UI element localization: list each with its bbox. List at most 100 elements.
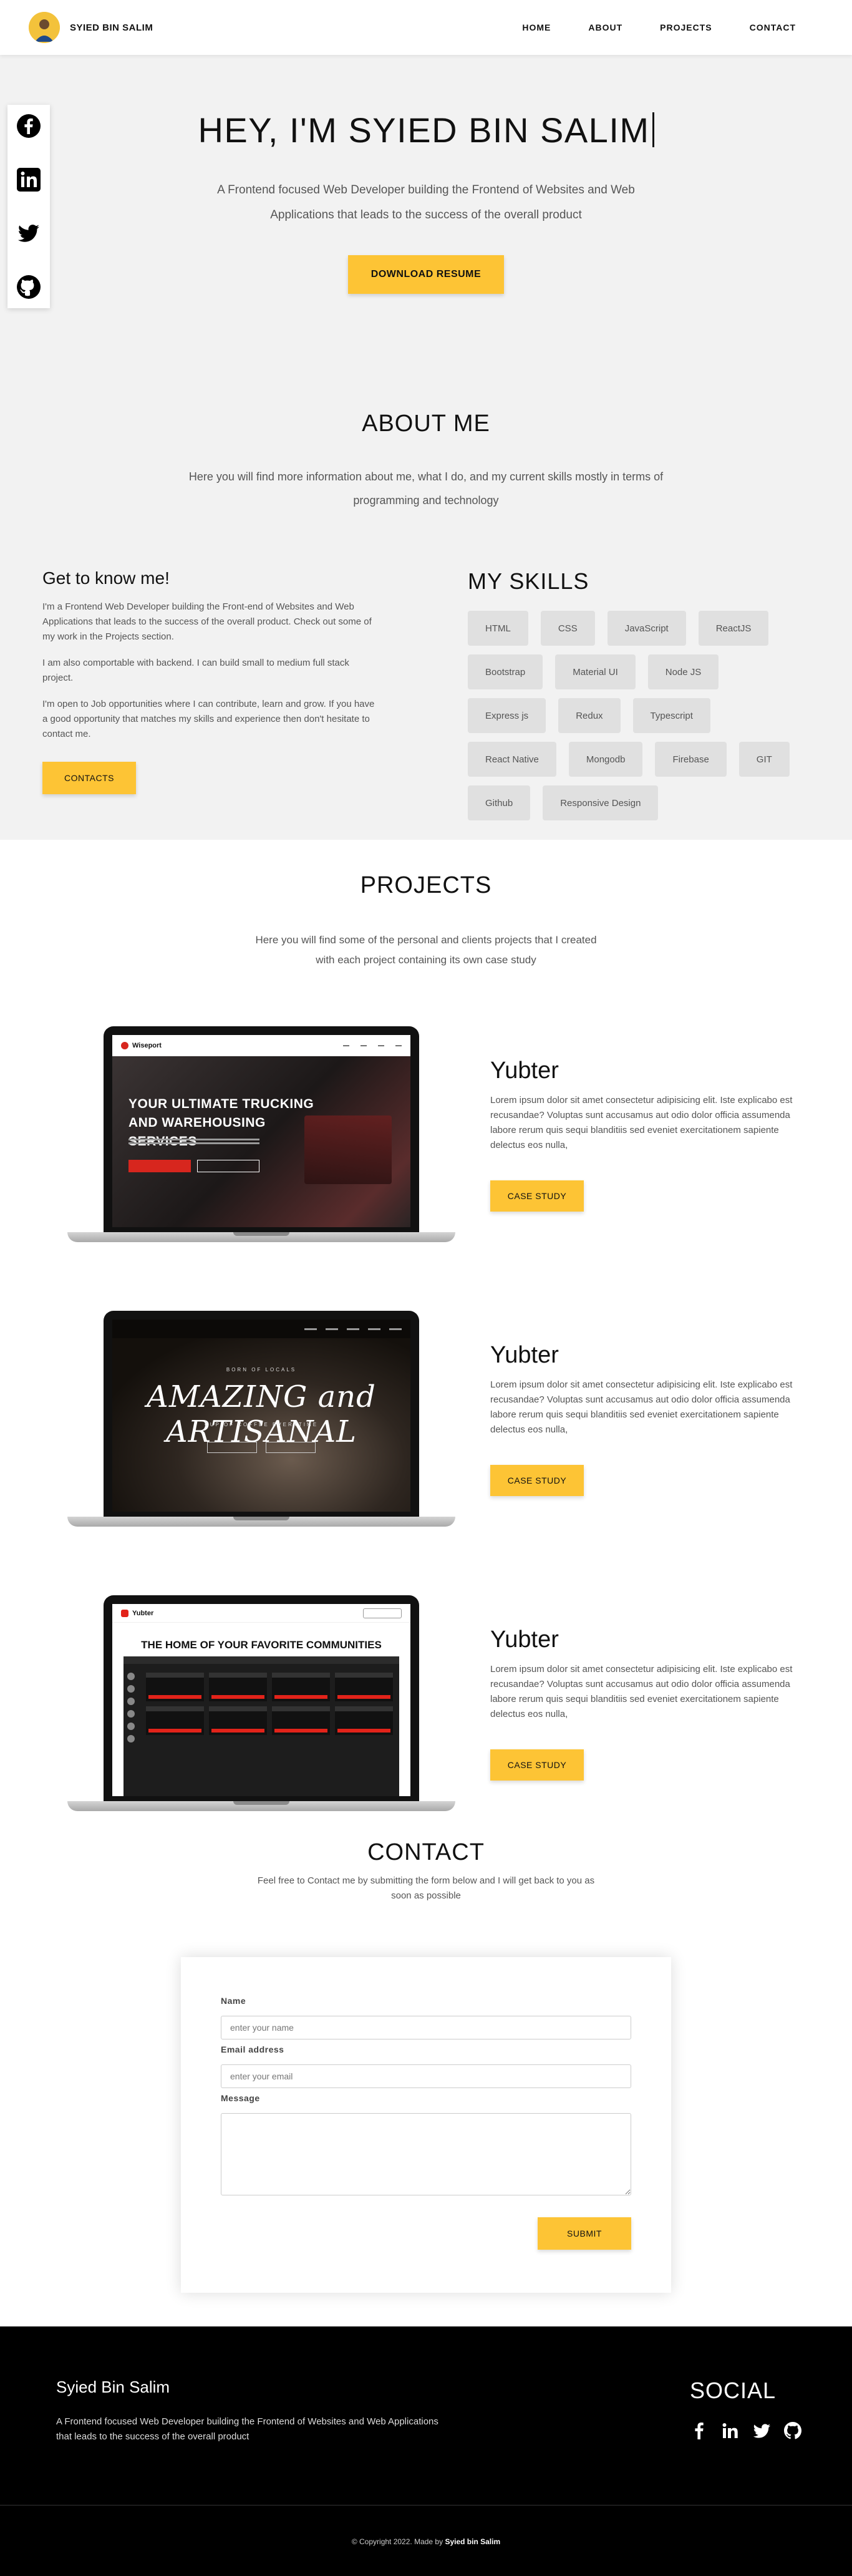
project-description: Lorem ipsum dolor sit amet consectetur a… <box>490 1094 793 1150</box>
twitter-icon[interactable] <box>752 2421 771 2440</box>
project-screenshot: Yubter THE HOME OF YOUR FAVORITE COMMUNI… <box>112 1604 410 1796</box>
email-field[interactable] <box>221 2064 631 2088</box>
main-nav: HOME ABOUT PROJECTS CONTACT <box>522 22 796 32</box>
screenshot-logo: Yubter <box>121 1609 154 1617</box>
screenshot-login <box>363 1608 402 1618</box>
skill-badge: Github <box>468 785 531 820</box>
about-paragraph: I'm a Frontend Web Developer building th… <box>42 601 372 642</box>
skill-badge: HTML <box>468 611 528 646</box>
brand[interactable]: SYIED BIN SALIM <box>29 12 153 43</box>
submit-button[interactable]: SUBMIT <box>538 2217 631 2250</box>
skill-badge: Bootstrap <box>468 654 543 689</box>
facebook-icon[interactable] <box>16 114 41 139</box>
skill-badge: ReactJS <box>698 611 769 646</box>
laptop-base <box>67 1517 455 1527</box>
contact-section: CONTACT Feel free to Contact me by submi… <box>0 1839 852 2293</box>
linkedin-icon[interactable] <box>16 167 41 192</box>
social-rail <box>7 105 50 308</box>
contacts-button[interactable]: CONTACTS <box>42 762 136 794</box>
about-paragraph: I am also comportable with backend. I ca… <box>42 658 349 683</box>
footer-social: SOCIAL <box>690 2378 802 2444</box>
skills-panel: MY SKILLS HTML CSS JavaScript ReactJS Bo… <box>468 568 808 820</box>
project-name: Yubter <box>490 1341 559 1368</box>
project-name: Yubter <box>490 1626 559 1653</box>
skill-badge: Firebase <box>655 742 727 777</box>
case-study-button[interactable]: CASE STUDY <box>490 1180 584 1212</box>
screenshot-logo-text: Yubter <box>132 1609 154 1617</box>
footer-social-icons <box>690 2421 802 2440</box>
screenshot-button <box>197 1160 259 1172</box>
project-name: Yubter <box>490 1057 559 1084</box>
project-description: Lorem ipsum dolor sit amet consectetur a… <box>490 1379 793 1435</box>
screenshot-navbar: Yubter <box>112 1604 410 1623</box>
case-study-button[interactable]: CASE STUDY <box>490 1464 584 1496</box>
twitter-icon[interactable] <box>16 221 41 246</box>
screenshot-dashboard <box>123 1656 399 1796</box>
screenshot-logo-text: Wiseport <box>132 1042 162 1049</box>
footer-divider <box>0 2505 852 2506</box>
footer-social-title: SOCIAL <box>690 2378 777 2403</box>
screenshot-buttons <box>112 1442 410 1453</box>
email-row: Email address <box>221 2044 631 2088</box>
project-screenshot: Wiseport ▬▬ ▬▬ ▬▬ ▬▬ YOUR ULTIMATE TRUCKING… <box>112 1035 410 1227</box>
screenshot-logo: Wiseport <box>121 1042 162 1049</box>
about-intro: Get to know me! I'm a Frontend Web Devel… <box>42 568 379 820</box>
skill-badge: Material UI <box>555 654 636 689</box>
submit-wrap: SUBMIT <box>221 2217 631 2250</box>
screenshot-navbar <box>112 1320 410 1338</box>
project-info: Yubter Lorem ipsum dolor sit amet consec… <box>490 1626 802 1781</box>
contact-subtitle: Feel free to Contact me by submitting th… <box>257 1875 595 1901</box>
name-field[interactable] <box>221 2016 631 2039</box>
brand-name: SYIED BIN SALIM <box>70 22 153 33</box>
projects-subtitle: Here you will find some of the personal … <box>255 934 597 966</box>
linkedin-icon[interactable] <box>721 2421 740 2440</box>
skill-badge: Typescript <box>632 698 710 733</box>
know-me-heading: Get to know me! <box>42 568 170 588</box>
skill-badge: Mongodb <box>568 742 643 777</box>
about-columns: Get to know me! I'm a Frontend Web Devel… <box>0 512 852 820</box>
skill-badge: React Native <box>468 742 556 777</box>
project-screenshot: BORN OF LOCALS AMAZING and ARTISANAL CUP… <box>112 1320 410 1512</box>
projects-title: PROJECTS <box>360 872 492 898</box>
laptop-base <box>67 1232 455 1242</box>
facebook-icon[interactable] <box>690 2421 709 2440</box>
screenshot-button <box>128 1160 191 1172</box>
site-footer: Syied Bin Salim A Frontend focused Web D… <box>0 2326 852 2576</box>
skill-badge: CSS <box>540 611 595 646</box>
laptop-screen: Yubter THE HOME OF YOUR FAVORITE COMMUNI… <box>104 1595 419 1801</box>
hero-title-text: HEY, I'M SYIED BIN SALIM <box>198 110 650 150</box>
nav-home[interactable]: HOME <box>522 22 551 32</box>
skill-badge: JavaScript <box>607 611 686 646</box>
name-row: Name <box>221 1996 631 2039</box>
laptop-screen: Wiseport ▬▬ ▬▬ ▬▬ ▬▬ YOUR ULTIMATE TRUCKING… <box>104 1026 419 1232</box>
message-field[interactable] <box>221 2113 631 2195</box>
project-description: Lorem ipsum dolor sit amet consectetur a… <box>490 1663 793 1719</box>
copyright-text: © Copyright 2022. Made by <box>351 2537 443 2546</box>
footer-top: Syied Bin Salim A Frontend focused Web D… <box>0 2326 852 2444</box>
hero-section: HEY, I'M SYIED BIN SALIM A Frontend focu… <box>0 55 852 367</box>
site-header: SYIED BIN SALIM HOME ABOUT PROJECTS CONT… <box>0 0 852 55</box>
project-preview-laptop[interactable]: BORN OF LOCALS AMAZING and ARTISANAL CUP… <box>67 1311 455 1527</box>
project-preview-laptop[interactable]: Yubter THE HOME OF YOUR FAVORITE COMMUNI… <box>67 1595 455 1811</box>
download-resume-button[interactable]: DOWNLOAD RESUME <box>348 255 504 294</box>
message-row: Message <box>221 2093 631 2199</box>
screenshot-heading: THE HOME OF YOUR FAVORITE COMMUNITIES <box>141 1639 382 1651</box>
screenshot-tagline: BORN OF LOCALS <box>226 1367 297 1373</box>
nav-about[interactable]: ABOUT <box>588 22 622 32</box>
about-section: ABOUT ME Here you will find more informa… <box>0 367 852 840</box>
screenshot-navbar: Wiseport ▬▬ ▬▬ ▬▬ ▬▬ <box>112 1035 410 1056</box>
project-card: Wiseport ▬▬ ▬▬ ▬▬ ▬▬ YOUR ULTIMATE TRUCKING… <box>0 1026 852 1242</box>
skills-list: HTML CSS JavaScript ReactJS Bootstrap Ma… <box>468 611 808 820</box>
footer-description: A Frontend focused Web Developer buildin… <box>56 2416 438 2442</box>
laptop-base <box>67 1801 455 1811</box>
case-study-button[interactable]: CASE STUDY <box>490 1749 584 1781</box>
skill-badge: Responsive Design <box>543 785 659 820</box>
copyright: © Copyright 2022. Made by Syied bin Sali… <box>0 2537 852 2546</box>
nav-projects[interactable]: PROJECTS <box>660 22 712 32</box>
github-icon[interactable] <box>783 2421 802 2440</box>
nav-contact[interactable]: CONTACT <box>750 22 796 32</box>
skill-badge: GIT <box>738 742 790 777</box>
project-preview-laptop[interactable]: Wiseport ▬▬ ▬▬ ▬▬ ▬▬ YOUR ULTIMATE TRUCKING… <box>67 1026 455 1242</box>
github-icon[interactable] <box>16 275 41 299</box>
project-info: Yubter Lorem ipsum dolor sit amet consec… <box>490 1342 802 1496</box>
